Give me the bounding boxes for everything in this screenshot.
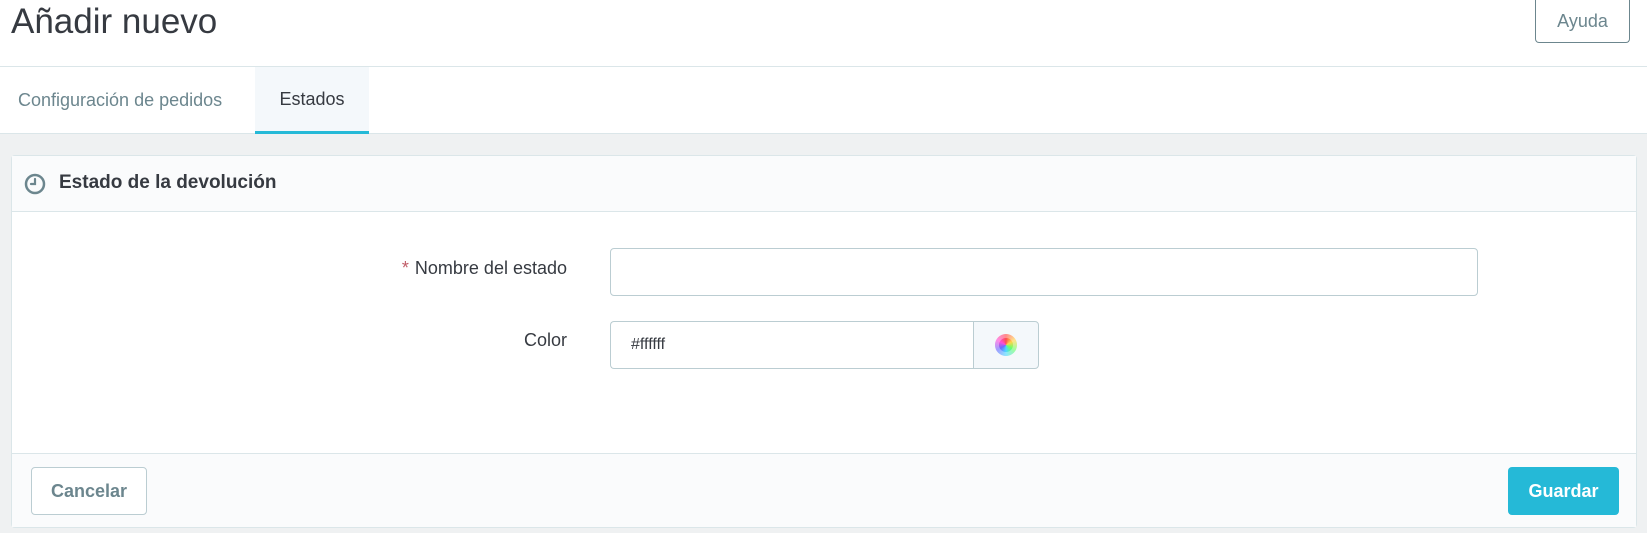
tab-statuses[interactable]: Estados: [255, 67, 369, 134]
clock-icon: [24, 173, 46, 195]
save-button[interactable]: Guardar: [1508, 467, 1619, 515]
tab-bar: Configuración de pedidos Estados: [0, 67, 1647, 134]
status-name-input[interactable]: [610, 248, 1478, 296]
status-name-label: * Nombre del estado: [377, 258, 567, 279]
panel-header: Estado de la devolución: [12, 156, 1636, 212]
status-name-label-text: Nombre del estado: [414, 258, 567, 278]
page-title: Añadir nuevo: [11, 2, 218, 41]
panel-footer: Cancelar Guardar: [12, 453, 1636, 527]
panel-title: Estado de la devolución: [59, 172, 277, 193]
page-header: Añadir nuevo Ayuda: [0, 0, 1647, 67]
color-wheel-icon: [995, 334, 1017, 356]
color-label: Color: [523, 330, 567, 350]
color-input[interactable]: [610, 321, 973, 369]
help-button[interactable]: Ayuda: [1535, 0, 1630, 43]
return-status-panel: Estado de la devolución * Nombre del esta…: [11, 155, 1637, 528]
color-picker-button[interactable]: [973, 321, 1039, 369]
required-mark: *: [401, 258, 409, 278]
tab-order-settings[interactable]: Configuración de pedidos: [0, 67, 255, 134]
cancel-button[interactable]: Cancelar: [31, 467, 147, 515]
